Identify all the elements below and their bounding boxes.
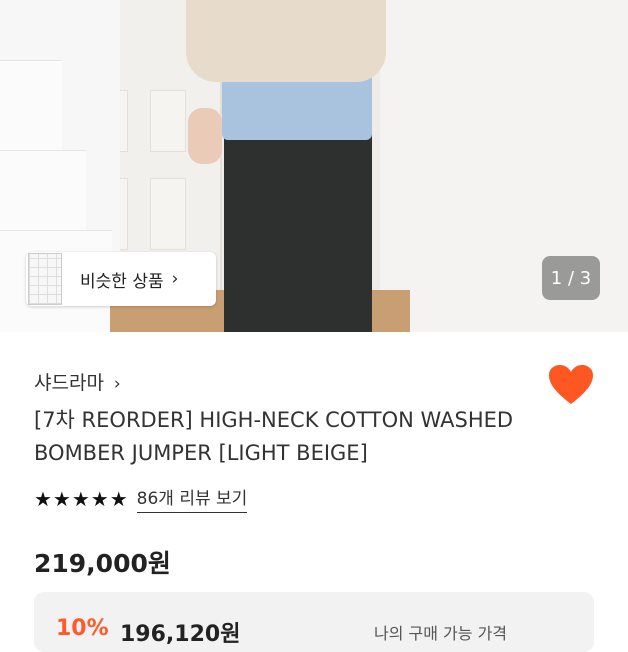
shop-name: 샤드라마: [34, 372, 104, 394]
rating-stars-icon: ★★★★★: [34, 486, 129, 511]
chevron-right-icon: ›: [171, 269, 179, 289]
discount-percent: 10%: [56, 616, 109, 641]
similar-products-label: 비슷한 상품: [80, 271, 164, 292]
image-door-panel: [150, 90, 186, 152]
image-jacket: [186, 0, 386, 82]
rating-row: ★★★★★ 86개 리뷰 보기: [34, 484, 248, 513]
image-door-panel: [150, 178, 186, 250]
chevron-right-icon: ›: [113, 374, 121, 394]
heart-icon[interactable]: [548, 364, 594, 406]
product-title: [7차 REORDER] HIGH-NECK COTTON WASHED BOM…: [34, 408, 514, 465]
image-stair-step: [0, 60, 62, 151]
image-counter: 1 / 3: [542, 256, 600, 300]
shop-link[interactable]: 샤드라마 ›: [34, 368, 121, 395]
product-image[interactable]: 비슷한 상품 › 1 / 3: [0, 0, 628, 332]
promo-note: 나의 구매 가능 가격: [374, 624, 508, 643]
product-price: 219,000원: [34, 549, 171, 578]
image-hand: [188, 108, 222, 164]
promo-box[interactable]: 10% 196,120원 나의 구매 가능 가격: [34, 592, 594, 652]
discount-price: 196,120원: [120, 622, 241, 647]
image-stair-step: [0, 150, 86, 231]
review-link[interactable]: 86개 리뷰 보기: [136, 484, 248, 513]
similar-product-thumbnail: [28, 253, 62, 305]
similar-products-button[interactable]: 비슷한 상품 ›: [26, 252, 216, 306]
